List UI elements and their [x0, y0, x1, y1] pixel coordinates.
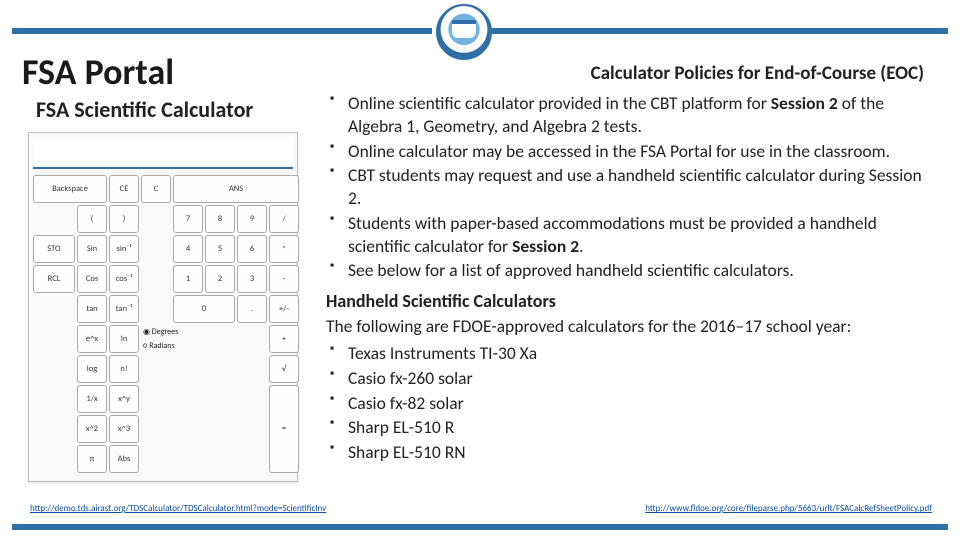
calc-key-x2[interactable]: x^2 [77, 415, 107, 443]
policy-content: Online scientific calculator provided in… [326, 92, 932, 472]
radians-label: Radians [149, 341, 174, 351]
book-icon [452, 20, 476, 38]
calc-key-tan[interactable]: tan [77, 295, 107, 323]
policies-heading: Calculator Policies for End-of-Course (E… [484, 62, 924, 85]
calc-spacer [33, 295, 75, 323]
calc-key-xy[interactable]: x^y [109, 385, 139, 413]
calc-key-0[interactable]: 0 [173, 295, 235, 323]
calc-key-8[interactable]: 8 [205, 205, 235, 233]
calc-key-lparen[interactable]: ( [77, 205, 107, 233]
calc-key-ex[interactable]: e^x [77, 325, 107, 353]
calc-key-rparen[interactable]: ) [109, 205, 139, 233]
calc-key-dot[interactable]: . [237, 295, 267, 323]
calc-key-acos[interactable]: cos⁻¹ [109, 265, 139, 293]
policy-pdf-link[interactable]: http://www.fldoe.org/core/fileparse.php/… [645, 503, 932, 514]
calc-key-log[interactable]: log [77, 355, 107, 383]
calc-key-recip[interactable]: 1/x [77, 385, 107, 413]
calc-key-plus[interactable]: + [269, 325, 299, 353]
calc-key-minus[interactable]: - [269, 265, 299, 293]
degrees-label: Degrees [152, 327, 178, 337]
calc-key-mul[interactable]: * [269, 235, 299, 263]
rule-right [466, 28, 948, 34]
calculator-display [33, 137, 293, 169]
radians-radio[interactable]: ○ Radians [143, 341, 233, 351]
calc-key-c[interactable]: C [141, 175, 171, 203]
calc-key-4[interactable]: 4 [173, 235, 203, 263]
calc-spacer [33, 385, 75, 413]
calc-key-backspace[interactable]: Backspace [33, 175, 107, 203]
policy-list: Online scientific calculator provided in… [326, 92, 932, 282]
calc-spacer [33, 445, 75, 473]
handheld-item: Casio fx-82 solar [326, 392, 932, 415]
angle-mode-group: ◉ Degrees ○ Radians [141, 325, 235, 383]
calc-spacer [33, 415, 75, 443]
calc-key-1[interactable]: 1 [173, 265, 203, 293]
calc-key-6[interactable]: 6 [237, 235, 267, 263]
calc-key-3[interactable]: 3 [237, 265, 267, 293]
rule-left [12, 28, 432, 34]
calc-key-7[interactable]: 7 [173, 205, 203, 233]
calc-key-pi[interactable]: π [77, 445, 107, 473]
calc-key-eq[interactable]: = [269, 385, 299, 473]
calc-key-2[interactable]: 2 [205, 265, 235, 293]
calc-spacer [141, 385, 267, 413]
calc-key-rcl[interactable]: RCL [33, 265, 75, 293]
calc-spacer [141, 205, 171, 233]
handheld-item: Sharp EL-510 RN [326, 441, 932, 464]
calc-key-abs[interactable]: Abs [109, 445, 139, 473]
calc-key-sqrt[interactable]: √ [269, 355, 299, 383]
calc-key-ans[interactable]: ANS [173, 175, 299, 203]
page-title: FSA Portal [22, 50, 174, 94]
calc-key-x3[interactable]: x^3 [109, 415, 139, 443]
fsa-logo-icon [436, 4, 492, 60]
calc-spacer [237, 355, 267, 383]
calc-spacer [141, 295, 171, 323]
policy-item: Online scientific calculator provided in… [326, 92, 932, 138]
calc-spacer [237, 325, 267, 353]
calc-key-cos[interactable]: Cos [77, 265, 107, 293]
calc-key-asin[interactable]: sin⁻¹ [109, 235, 139, 263]
calc-key-9[interactable]: 9 [237, 205, 267, 233]
calc-key-sto[interactable]: STO [33, 235, 75, 263]
calculator-screenshot: Backspace CE C ANS ( ) 7 8 9 / STO Sin s… [28, 132, 298, 482]
calc-spacer [141, 235, 171, 263]
handheld-item: Sharp EL-510 R [326, 416, 932, 439]
calculator-demo-link[interactable]: http://demo.tds.airast.org/TDSCalculator… [30, 503, 326, 514]
calc-spacer [141, 265, 171, 293]
calc-key-fact[interactable]: n! [109, 355, 139, 383]
calc-spacer [141, 445, 267, 473]
calc-spacer [33, 205, 75, 233]
calc-spacer [33, 355, 75, 383]
calc-key-5[interactable]: 5 [205, 235, 235, 263]
calc-key-ln[interactable]: In [109, 325, 139, 353]
calculator-heading: FSA Scientific Calculator [36, 96, 253, 123]
policy-item: Students with paper-based accommodations… [326, 212, 932, 258]
handheld-heading: Handheld Scientific Calculators [326, 290, 932, 313]
policy-item: See below for a list of approved handhel… [326, 259, 932, 282]
calc-key-ce[interactable]: CE [109, 175, 139, 203]
calculator-keypad: Backspace CE C ANS ( ) 7 8 9 / STO Sin s… [29, 169, 297, 479]
degrees-radio[interactable]: ◉ Degrees [143, 327, 233, 337]
handheld-intro: The following are FDOE-approved calculat… [326, 315, 932, 338]
handheld-list: Texas Instruments TI-30 Xa Casio fx-260 … [326, 342, 932, 464]
handheld-item: Casio fx-260 solar [326, 367, 932, 390]
calc-spacer [33, 325, 75, 353]
calc-spacer [141, 415, 267, 443]
calc-key-sign[interactable]: +/- [269, 295, 299, 323]
calc-key-div[interactable]: / [269, 205, 299, 233]
policy-item: Online calculator may be accessed in the… [326, 140, 932, 163]
handheld-item: Texas Instruments TI-30 Xa [326, 342, 932, 365]
policy-item: CBT students may request and use a handh… [326, 164, 932, 210]
calc-key-atan[interactable]: tan⁻¹ [109, 295, 139, 323]
bottom-rule [12, 524, 948, 530]
calc-key-sin[interactable]: Sin [77, 235, 107, 263]
